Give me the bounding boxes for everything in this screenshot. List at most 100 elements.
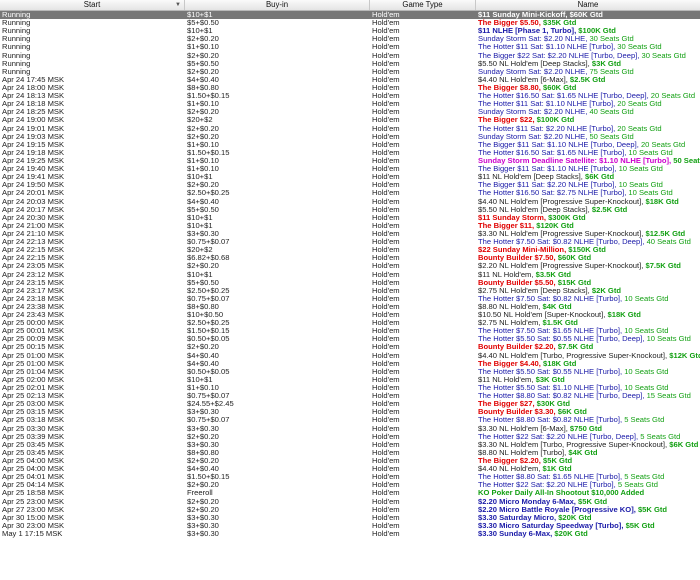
- tournament-name: The Hotter $8.80 Sat: $0.82 NLHE [Turbo,…: [478, 392, 647, 401]
- table-row[interactable]: Apr 30 15:00 MSK $3+$0.30 Hold'em $3.30 Sat…: [0, 514, 700, 522]
- table-row[interactable]: Apr 24 18:18 MSK $1+$0.10 Hold'em The Hotte…: [0, 100, 700, 108]
- table-row[interactable]: Apr 24 20:01 MSK $2.50+$0.25 Hold'em The Ho…: [0, 189, 700, 197]
- table-row[interactable]: Apr 25 04:14 MSK $2+$0.20 Hold'em The Hotte…: [0, 481, 700, 489]
- table-row[interactable]: Apr 25 03:39 MSK $2+$0.20 Hold'em The Hotte…: [0, 433, 700, 441]
- table-row[interactable]: Apr 24 18:00 MSK $8+$0.80 Hold'em The Bigge…: [0, 84, 700, 92]
- guarantee-text: 5 Seats Gtd: [640, 432, 681, 441]
- table-row[interactable]: Apr 25 23:00 MSK $2+$0.20 Hold'em $2.20 Mic…: [0, 498, 700, 506]
- table-row[interactable]: Running $2+$0.20 Hold'em The Bigger $22 Sat…: [0, 52, 700, 60]
- table-row[interactable]: Apr 24 23:17 MSK $2.50+$0.25 Hold'em $2.75 …: [0, 287, 700, 295]
- table-row[interactable]: Apr 25 02:01 MSK $1+$0.10 Hold'em The Hotte…: [0, 384, 700, 392]
- table-row[interactable]: Apr 24 20:03 MSK $4+$0.40 Hold'em $4.40 NL …: [0, 198, 700, 206]
- table-row[interactable]: Apr 24 22:15 MSK $20+$2 Hold'em $22 Sunday …: [0, 246, 700, 254]
- table-row[interactable]: Apr 24 19:40 MSK $1+$0.10 Hold'em The Bigge…: [0, 165, 700, 173]
- table-row[interactable]: Apr 25 04:00 MSK $2+$0.20 Hold'em The Bigge…: [0, 457, 700, 465]
- table-row[interactable]: Running $1+$0.10 Hold'em The Hotter $11 Sat…: [0, 43, 700, 51]
- table-row[interactable]: Apr 25 00:15 MSK $2+$0.20 Hold'em Bounty Bu…: [0, 343, 700, 351]
- table-row[interactable]: Apr 25 03:30 MSK $3+$0.30 Hold'em $3.30 NL …: [0, 425, 700, 433]
- table-row[interactable]: May 1 17:15 MSK $3+$0.30 Hold'em $3.30 Sund…: [0, 530, 700, 538]
- cell-start: Apr 24 20:01 MSK: [2, 189, 65, 198]
- table-row[interactable]: Apr 24 19:18 MSK $1.50+$0.15 Hold'em The Ho…: [0, 149, 700, 157]
- tournament-name: Sunday Storm Deadline Satellite: $1.10 N…: [478, 156, 674, 165]
- table-row[interactable]: Apr 24 21:00 MSK $10+$1 Hold'em The Bigger …: [0, 222, 700, 230]
- table-row[interactable]: Running $2+$0.20 Hold'em Sunday Storm Sat: …: [0, 35, 700, 43]
- table-row[interactable]: Running $2+$0.20 Hold'em Sunday Storm Sat: …: [0, 68, 700, 76]
- table-row[interactable]: Apr 24 23:12 MSK $10+$1 Hold'em $11 NL Hold…: [0, 271, 700, 279]
- table-row[interactable]: Apr 24 19:03 MSK $2+$0.20 Hold'em Sunday St…: [0, 133, 700, 141]
- column-header-game-type[interactable]: Game Type: [370, 0, 476, 10]
- cell-game-type: Hold'em: [372, 465, 400, 474]
- tournament-name: $11 NLHE [Phase 1, Turbo],: [478, 27, 579, 36]
- table-row[interactable]: Apr 24 19:41 MSK $10+$1 Hold'em $11 NL Hold…: [0, 173, 700, 181]
- table-row[interactable]: Apr 25 01:00 MSK $4+$0.40 Hold'em The Bigge…: [0, 360, 700, 368]
- table-row[interactable]: Apr 24 23:43 MSK $10+$0.50 Hold'em $10.50 N…: [0, 311, 700, 319]
- table-row[interactable]: Apr 25 03:00 MSK $24.55+$2.45 Hold'em The B…: [0, 400, 700, 408]
- guarantee-text: 10 Seats Gtd: [618, 165, 663, 174]
- cell-buyin: $1.50+$0.15: [187, 92, 230, 101]
- cell-name: The Bigger $11, $120K Gtd: [476, 222, 700, 230]
- table-row[interactable]: Apr 24 18:25 MSK $2+$0.20 Hold'em Sunday St…: [0, 108, 700, 116]
- table-row[interactable]: Apr 30 23:00 MSK $3+$0.30 Hold'em $3.30 Mic…: [0, 522, 700, 530]
- cell-game-type: Hold'em: [372, 173, 400, 182]
- table-row[interactable]: Apr 24 19:00 MSK $20+$2 Hold'em The Bigger …: [0, 116, 700, 124]
- table-row[interactable]: Apr 25 18:58 MSK Freeroll Hold'em KO Poker …: [0, 489, 700, 497]
- table-row[interactable]: Apr 25 04:01 MSK $1.50+$0.15 Hold'em The Ho…: [0, 473, 700, 481]
- table-row[interactable]: Apr 24 17:45 MSK $4+$0.40 Hold'em $4.40 NL …: [0, 76, 700, 84]
- table-row[interactable]: Apr 27 23:00 MSK $2+$0.20 Hold'em $2.20 Mic…: [0, 506, 700, 514]
- table-row[interactable]: Apr 25 02:00 MSK $10+$1 Hold'em $11 NL Hold…: [0, 376, 700, 384]
- table-row[interactable]: Running $5+$0.50 Hold'em $5.50 NL Hold'em […: [0, 60, 700, 68]
- table-row[interactable]: Apr 25 00:01 MSK $1.50+$0.15 Hold'em The Ho…: [0, 327, 700, 335]
- cell-game-type: Hold'em: [372, 278, 400, 287]
- table-row[interactable]: Apr 25 01:00 MSK $4+$0.40 Hold'em $4.40 NL …: [0, 352, 700, 360]
- cell-game-type: Hold'em: [372, 400, 400, 409]
- table-row[interactable]: Apr 24 20:17 MSK $5+$0.50 Hold'em $5.50 NL …: [0, 206, 700, 214]
- table-row[interactable]: Apr 24 19:25 MSK $1+$0.10 Hold'em Sunday St…: [0, 157, 700, 165]
- cell-start: Apr 24 17:45 MSK: [2, 75, 65, 84]
- column-header-buyin[interactable]: Buy-in: [185, 0, 370, 10]
- column-header-name[interactable]: Name: [476, 0, 700, 10]
- table-row[interactable]: Apr 25 03:18 MSK $0.75+$0.07 Hold'em The Ho…: [0, 416, 700, 424]
- cell-game-type: Hold'em: [372, 246, 400, 255]
- table-row[interactable]: Apr 25 00:00 MSK $2.50+$0.25 Hold'em $2.75 …: [0, 319, 700, 327]
- table-row[interactable]: Apr 24 20:30 MSK $10+$1 Hold'em $11 Sunday …: [0, 214, 700, 222]
- table-row[interactable]: Running $5+$0.50 Hold'em The Bigger $5.50, …: [0, 19, 700, 27]
- table-row[interactable]: Apr 25 03:45 MSK $8+$0.80 Hold'em $8.80 NL …: [0, 449, 700, 457]
- table-row[interactable]: Apr 25 02:13 MSK $0.75+$0.07 Hold'em The Ho…: [0, 392, 700, 400]
- table-row[interactable]: Apr 24 22:15 MSK $6.82+$0.68 Hold'em Bounty…: [0, 254, 700, 262]
- table-row[interactable]: Apr 24 23:18 MSK $0.75+$0.07 Hold'em The Ho…: [0, 295, 700, 303]
- cell-buyin: $10+$0.50: [187, 311, 224, 320]
- guarantee-text: 10 Seats Gtd: [646, 335, 691, 344]
- table-row[interactable]: Apr 24 19:15 MSK $1+$0.10 Hold'em The Bigge…: [0, 141, 700, 149]
- table-row[interactable]: Apr 24 19:01 MSK $2+$0.20 Hold'em The Hotte…: [0, 125, 700, 133]
- guarantee-text: $15K Gtd: [557, 278, 592, 287]
- table-row[interactable]: Apr 24 23:38 MSK $8+$0.80 Hold'em $8.80 NL …: [0, 303, 700, 311]
- table-row[interactable]: Apr 24 23:15 MSK $5+$0.50 Hold'em Bounty Bu…: [0, 279, 700, 287]
- guarantee-text: $100K Gtd: [578, 27, 616, 36]
- cell-game-type: Hold'em: [372, 254, 400, 263]
- table-row[interactable]: Apr 25 00:09 MSK $0.50+$0.05 Hold'em The Ho…: [0, 335, 700, 343]
- table-row[interactable]: Apr 25 01:04 MSK $0.50+$0.05 Hold'em The Ho…: [0, 368, 700, 376]
- tournament-name: $11 NL Hold'em,: [478, 375, 536, 384]
- table-row[interactable]: Apr 24 23:05 MSK $2+$0.20 Hold'em $2.20 NL …: [0, 262, 700, 270]
- cell-start: Running: [2, 51, 31, 60]
- guarantee-text: $18K Gtd: [607, 311, 641, 320]
- cell-buyin: $2+$0.20: [187, 35, 219, 44]
- cell-buyin: $2.50+$0.25: [187, 319, 230, 328]
- table-row[interactable]: Apr 24 21:10 MSK $3+$0.30 Hold'em $3.30 NL …: [0, 230, 700, 238]
- table-row[interactable]: Running $10+$1 Hold'em $11 NLHE [Phase 1, T…: [0, 27, 700, 35]
- cell-buyin: $8+$0.80: [187, 83, 219, 92]
- guarantee-text: $100K Gtd: [536, 116, 575, 125]
- table-row[interactable]: Apr 25 04:00 MSK $4+$0.40 Hold'em $4.40 NL …: [0, 465, 700, 473]
- cell-name: $2.20 NL Hold'em [Progressive Super-Knoc…: [476, 262, 700, 270]
- table-row[interactable]: Running $10+$1 Hold'em $11 Sunday Mini-Kick…: [0, 11, 700, 20]
- cell-game-type: Hold'em: [372, 132, 400, 141]
- guarantee-text: $60K Gtd: [557, 254, 592, 263]
- column-header-start[interactable]: Start ▼: [0, 0, 185, 10]
- table-row[interactable]: Apr 24 19:50 MSK $2+$0.20 Hold'em The Bigge…: [0, 181, 700, 189]
- table-row[interactable]: Apr 25 03:15 MSK $3+$0.30 Hold'em Bounty Bu…: [0, 408, 700, 416]
- table-row[interactable]: Apr 24 18:13 MSK $1.50+$0.15 Hold'em The Ho…: [0, 92, 700, 100]
- table-row[interactable]: Apr 25 03:45 MSK $3+$0.30 Hold'em $3.30 NL …: [0, 441, 700, 449]
- tournament-name: The Hotter $7.50 Sat: $1.65 NLHE [Turbo]…: [478, 327, 625, 336]
- tournament-name: KO Poker Daily All-In Shootout $10,000 A…: [478, 489, 645, 498]
- table-row[interactable]: Apr 24 22:13 MSK $0.75+$0.07 Hold'em The Ho…: [0, 238, 700, 246]
